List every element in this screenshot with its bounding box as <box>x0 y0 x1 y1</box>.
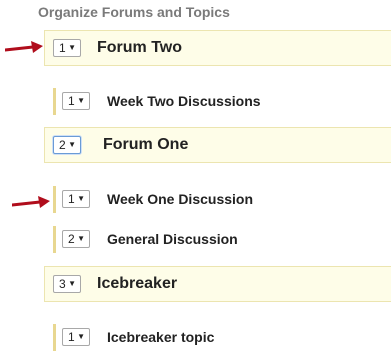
forum-row-forum-one: 2 ▼ Forum One <box>44 127 391 163</box>
forum-order-value: 2 <box>59 138 66 152</box>
chevron-down-icon: ▼ <box>68 279 76 288</box>
forum-title: Forum Two <box>97 39 183 56</box>
forum-row-forum-two: 1 ▼ Forum Two <box>44 30 391 66</box>
topic-order-value: 2 <box>68 232 75 246</box>
forum-order-value: 1 <box>59 41 66 55</box>
topic-title: Week One Discussion <box>107 191 254 207</box>
topic-order-select[interactable]: 2 ▼ <box>62 230 90 248</box>
forum-order-select[interactable]: 3 ▼ <box>53 275 81 293</box>
forum-title: Forum One <box>103 136 189 153</box>
forum-order-select[interactable]: 1 ▼ <box>53 39 81 57</box>
chevron-down-icon: ▼ <box>77 96 85 105</box>
forum-row-icebreaker: 3 ▼ Icebreaker <box>44 266 391 302</box>
forum-order-value: 3 <box>59 277 66 291</box>
chevron-down-icon: ▼ <box>68 140 76 149</box>
chevron-down-icon: ▼ <box>77 194 85 203</box>
page-heading: Organize Forums and Topics <box>38 4 230 20</box>
topic-row-icebreaker-topic: 1 ▼ Icebreaker topic <box>53 324 214 351</box>
red-arrow-icon <box>12 196 50 208</box>
forum-title: Icebreaker <box>97 275 178 292</box>
topic-order-select[interactable]: 1 ▼ <box>62 92 90 110</box>
topic-title: Week Two Discussions <box>107 93 261 109</box>
topic-title: Icebreaker topic <box>107 329 215 345</box>
topic-order-value: 1 <box>68 192 75 206</box>
topic-order-value: 1 <box>68 94 75 108</box>
topic-row-week-two-discussions: 1 ▼ Week Two Discussions <box>53 88 261 115</box>
forum-order-select[interactable]: 2 ▼ <box>53 136 81 154</box>
topic-row-week-one-discussion: 1 ▼ Week One Discussion <box>53 186 253 213</box>
chevron-down-icon: ▼ <box>68 43 76 52</box>
chevron-down-icon: ▼ <box>77 234 85 243</box>
topic-title: General Discussion <box>107 231 238 247</box>
topic-row-general-discussion: 2 ▼ General Discussion <box>53 226 238 253</box>
topic-order-select[interactable]: 1 ▼ <box>62 190 90 208</box>
red-arrow-icon <box>5 41 43 53</box>
topic-order-value: 1 <box>68 330 75 344</box>
chevron-down-icon: ▼ <box>77 332 85 341</box>
topic-order-select[interactable]: 1 ▼ <box>62 328 90 346</box>
